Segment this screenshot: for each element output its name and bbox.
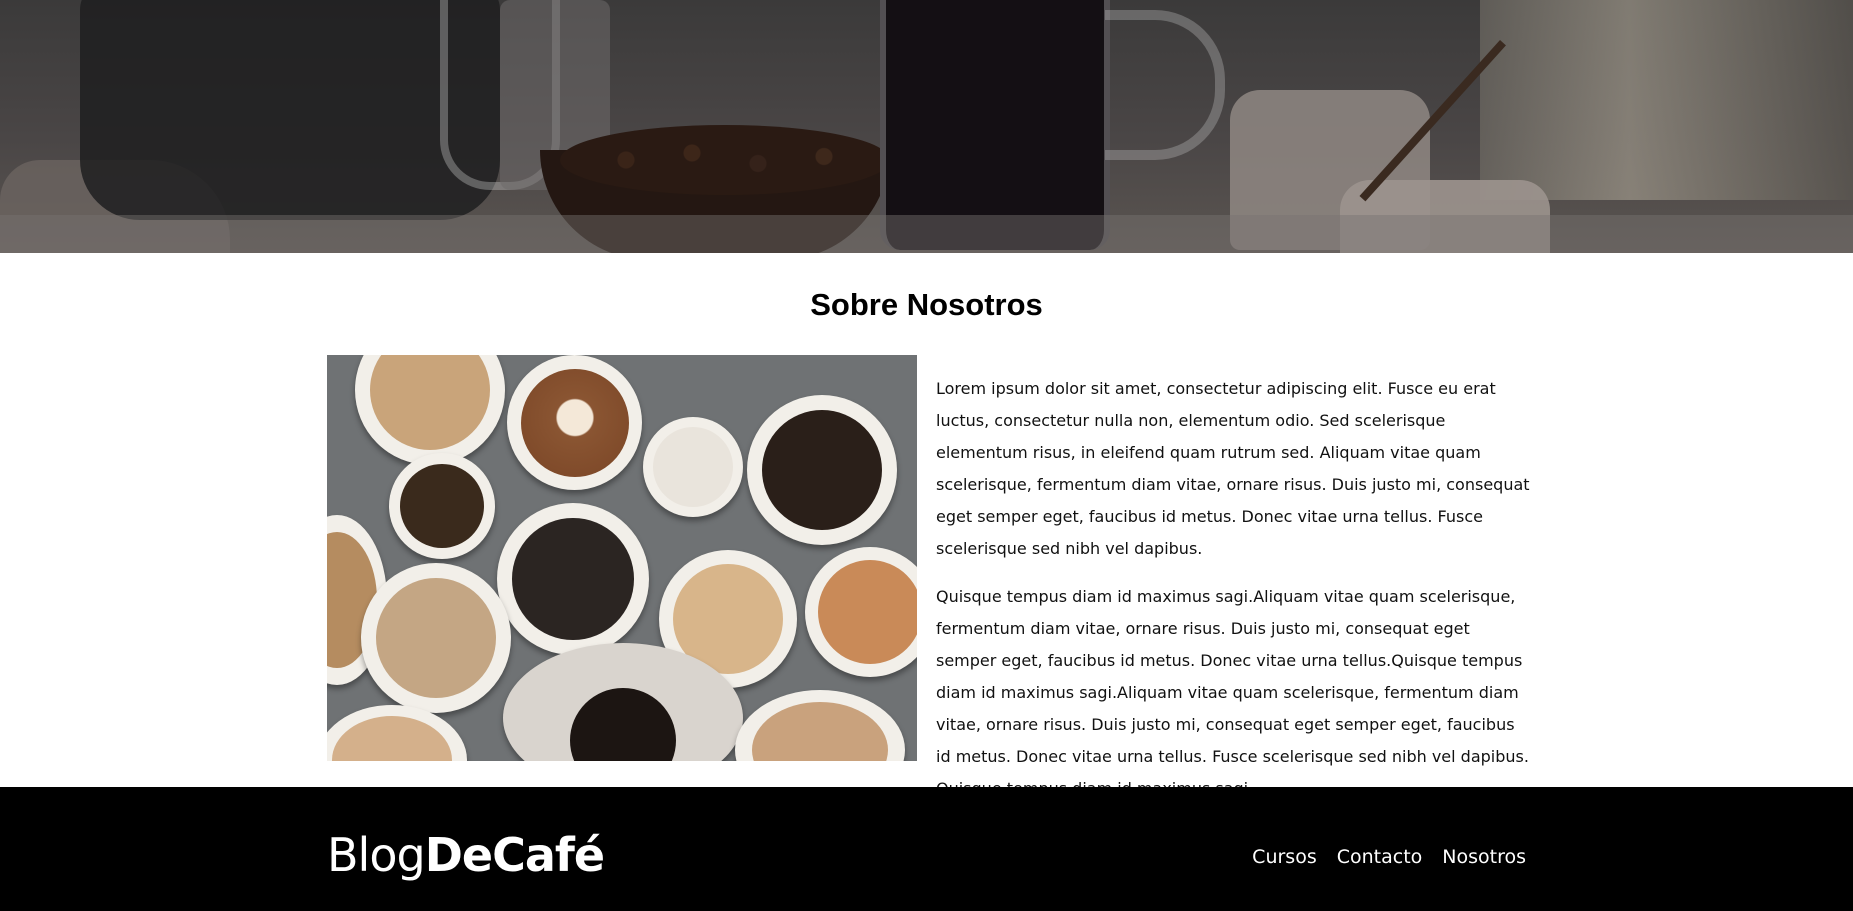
cup — [643, 417, 743, 517]
cup — [497, 503, 649, 655]
coffee-cups-image — [327, 355, 917, 761]
about-paragraph-2: Quisque tempus diam id maximus sagi.Aliq… — [936, 587, 1529, 798]
cup — [805, 547, 917, 677]
footer-nav: Cursos Contacto Nosotros — [1252, 843, 1526, 871]
about-title: Sobre Nosotros — [810, 287, 1043, 322]
about-text: Lorem ipsum dolor sit amet, consectetur … — [936, 373, 1531, 821]
about-paragraph-1: Lorem ipsum dolor sit amet, consectetur … — [936, 379, 1530, 558]
hero-banner — [0, 0, 1853, 253]
hero-table — [0, 215, 1853, 253]
cup — [327, 705, 467, 761]
hero-coffee-beans — [560, 125, 890, 195]
footer-link-nosotros[interactable]: Nosotros — [1442, 843, 1526, 871]
footer-link-cursos[interactable]: Cursos — [1252, 843, 1317, 871]
cup — [361, 563, 511, 713]
footer-link-contacto[interactable]: Contacto — [1337, 843, 1423, 871]
footer-logo[interactable]: BlogDeCafé — [327, 826, 605, 884]
hero-coffee-cup — [880, 0, 1110, 250]
cup-latte-heart — [507, 355, 642, 490]
hero-window-light — [1480, 0, 1853, 200]
cup — [735, 690, 905, 761]
cup — [747, 395, 897, 545]
hero-coffee-pot — [80, 0, 500, 220]
hero-cup-handle — [1105, 10, 1225, 160]
cup — [389, 453, 495, 559]
cup — [355, 355, 505, 465]
logo-light-text: Blog — [327, 828, 426, 882]
logo-bold-text: DeCafé — [424, 828, 605, 882]
footer — [0, 787, 1853, 911]
